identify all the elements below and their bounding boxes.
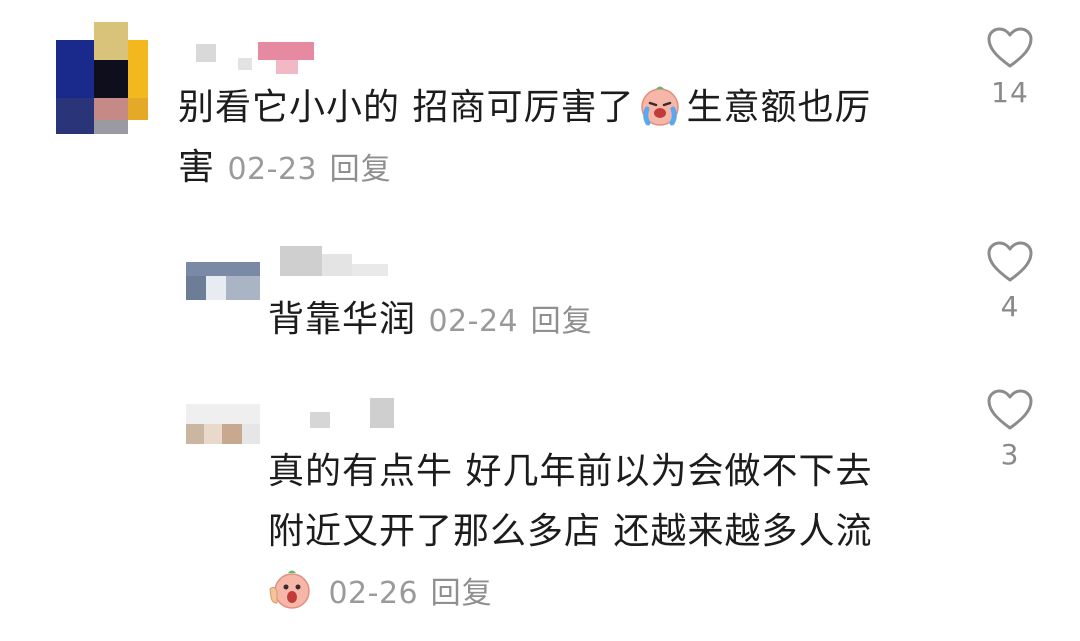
- comment-date: 02-26: [328, 576, 419, 611]
- comment-text-part: 背靠华润: [268, 299, 417, 340]
- reply-button[interactable]: 回复: [531, 304, 593, 339]
- avatar[interactable]: [56, 22, 148, 134]
- heart-icon: [987, 241, 1033, 282]
- username[interactable]: [196, 40, 316, 80]
- comment-text-part: 生意额也厉: [686, 87, 872, 128]
- comment-text: 背靠华润 02-24 回复: [268, 290, 948, 352]
- comment-text-line: 真的有点牛 好几年前以为会做不下去: [268, 451, 873, 492]
- reply-button[interactable]: 回复: [431, 576, 493, 611]
- username[interactable]: [310, 398, 400, 432]
- like-button[interactable]: 14: [970, 26, 1050, 109]
- avatar[interactable]: [186, 244, 260, 306]
- comment-text-part: 害: [178, 147, 216, 188]
- comment-text: 别看它小小的 招商可厉害了 生意额也厉 害 02-23 回复: [178, 78, 948, 200]
- like-count: 4: [1000, 290, 1020, 323]
- heart-icon: [987, 389, 1033, 430]
- username[interactable]: [280, 246, 400, 280]
- like-button[interactable]: 4: [970, 240, 1050, 323]
- avatar[interactable]: [186, 394, 260, 452]
- comment-text: 真的有点牛 好几年前以为会做不下去 附近又开了那么多店 还越来越多人流 02-2…: [268, 442, 968, 624]
- crying-face-emoji-icon: [638, 83, 682, 127]
- comment-text-part: 别看它小小的 招商可厉害了: [178, 87, 635, 128]
- like-button[interactable]: 3: [970, 388, 1050, 471]
- comment-date: 02-23: [227, 152, 318, 187]
- comment-date: 02-24: [428, 304, 519, 339]
- shocked-face-emoji-icon: [268, 567, 312, 611]
- comment-text-line: 附近又开了那么多店 还越来越多人流: [268, 511, 873, 552]
- heart-icon: [987, 27, 1033, 68]
- like-count: 3: [1000, 438, 1020, 471]
- like-count: 14: [991, 76, 1029, 109]
- reply-button[interactable]: 回复: [330, 152, 392, 187]
